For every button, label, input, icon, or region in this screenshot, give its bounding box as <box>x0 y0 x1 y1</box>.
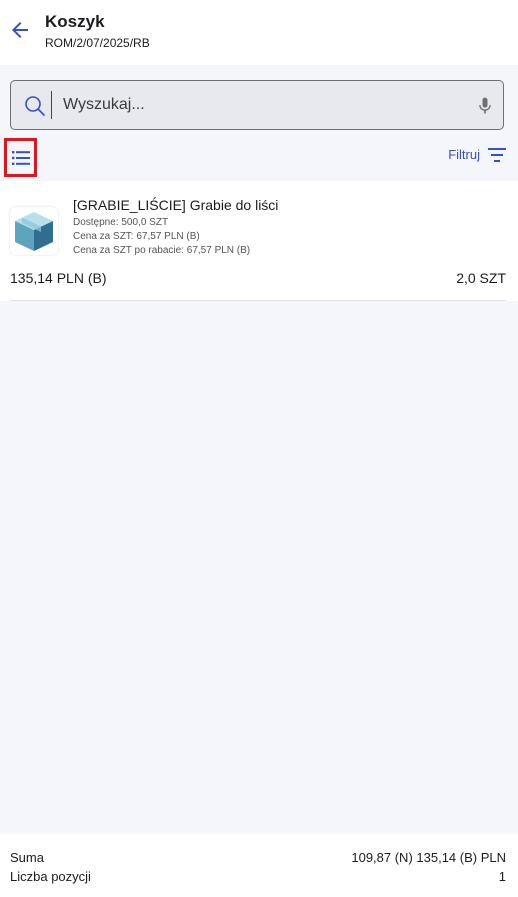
product-total: 135,14 PLN (B) <box>10 270 107 286</box>
search-separator <box>51 91 52 119</box>
box-icon <box>15 212 53 251</box>
search-bar[interactable] <box>10 80 504 130</box>
list-view-button[interactable] <box>4 138 37 177</box>
item-divider <box>10 300 506 301</box>
cart-summary: Suma 109,87 (N) 135,14 (B) PLN Liczba po… <box>0 834 518 897</box>
item-count-value: 1 <box>498 869 506 884</box>
filter-icon <box>488 147 506 162</box>
arrow-back-icon <box>12 22 28 38</box>
product-image <box>10 207 58 255</box>
back-button[interactable] <box>8 18 32 42</box>
document-number: ROM/2/07/2025/RB <box>45 36 150 50</box>
cart-items-list: [GRABIE_LIŚCIE] Grabie do liści Dostępne… <box>0 181 518 834</box>
cart-item[interactable]: [GRABIE_LIŚCIE] Grabie do liści Dostępne… <box>0 181 518 301</box>
search-icon[interactable] <box>23 94 47 118</box>
product-name: [GRABIE_LIŚCIE] Grabie do liści <box>73 197 279 213</box>
list-icon <box>11 150 30 165</box>
app-header: Koszyk ROM/2/07/2025/RB <box>0 0 518 65</box>
product-quantity: 2,0 SZT <box>456 270 506 286</box>
product-availability: Dostępne: 500,0 SZT <box>73 217 169 228</box>
page-title: Koszyk <box>45 12 105 31</box>
product-discount-price: Cena za SZT po rabacie: 67,57 PLN (B) <box>73 245 251 256</box>
sum-label: Suma <box>10 850 44 865</box>
filter-label: Filtruj <box>448 147 480 162</box>
product-unit-price: Cena za SZT: 67,57 PLN (B) <box>73 231 200 242</box>
microphone-icon[interactable] <box>475 95 495 117</box>
sum-value: 109,87 (N) 135,14 (B) PLN <box>351 850 506 865</box>
item-count-label: Liczba pozycji <box>10 869 91 884</box>
filter-button[interactable]: Filtruj <box>448 147 506 162</box>
search-input[interactable] <box>63 89 463 121</box>
